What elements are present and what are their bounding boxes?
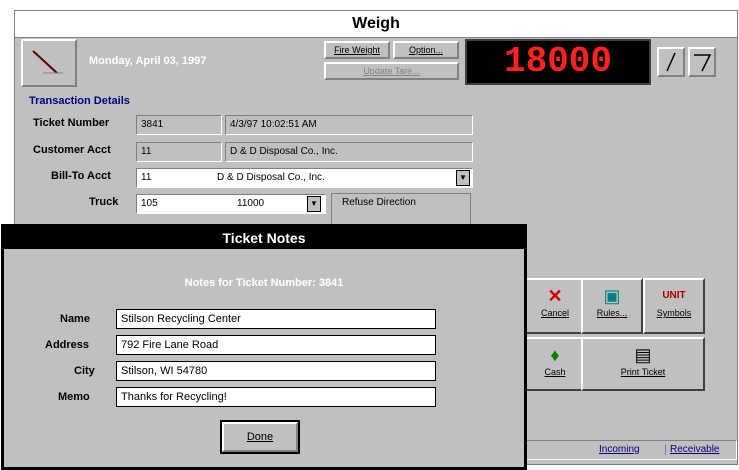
memo-input[interactable]: Thanks for Recycling! [116, 387, 436, 407]
scale-graphic-icon [32, 50, 63, 74]
option-button[interactable]: Option... [393, 41, 459, 59]
update-tare-button[interactable]: Update Tare... [324, 62, 459, 80]
scale-readout: 18000 [465, 39, 651, 85]
done-button[interactable]: Done [220, 420, 300, 454]
bill-to-acct-value: 11 [141, 172, 152, 183]
corner-tool-button[interactable] [688, 47, 716, 77]
fire-weight-button[interactable]: Fire Weight [324, 41, 390, 59]
date-display: Monday, April 03, 1997 [89, 55, 207, 67]
bill-to-acct-label: Bill-To Acct [51, 170, 111, 182]
address-label: Address [45, 339, 90, 351]
scale-value: 18000 [503, 41, 613, 82]
ticket-number-label: Ticket Number [33, 117, 110, 129]
bill-to-dropdown-arrow-icon[interactable]: ▼ [456, 170, 470, 186]
tab-incoming[interactable]: Incoming [599, 444, 640, 455]
slash-tool-button[interactable] [657, 47, 685, 77]
ticket-datetime-field: 4/3/97 10:02:51 AM [225, 115, 473, 135]
truck-tare-value: 11000 [237, 198, 265, 209]
bill-to-acct-dropdown[interactable]: 11 D & D Disposal Co., Inc. [136, 168, 473, 188]
truck-image-button[interactable] [21, 39, 77, 87]
tab-receivable[interactable]: Receivable [665, 444, 719, 455]
cash-button[interactable]: ♦ Cash [525, 337, 585, 391]
cash-icon: ♦ [550, 345, 560, 365]
truck-value: 105 [141, 198, 158, 209]
truck-dropdown[interactable]: 105 11000 [136, 194, 326, 214]
window-title: Weigh [15, 11, 737, 38]
name-label: Name [60, 313, 90, 325]
memo-label: Memo [58, 391, 90, 403]
slash-icon [666, 52, 676, 72]
city-input[interactable]: Stilson, WI 54780 [116, 361, 436, 381]
print-ticket-button[interactable]: ▤ Print Ticket [581, 337, 705, 391]
corner-icon [694, 54, 712, 72]
name-input[interactable]: Stilson Recycling Center [116, 309, 436, 329]
symbols-button[interactable]: UNIT Symbols [643, 278, 705, 334]
printer-icon: ▤ [634, 345, 652, 365]
ticket-number-field: 3841 [136, 115, 222, 135]
dialog-title: Ticket Notes [4, 227, 524, 249]
bill-to-name-value: D & D Disposal Co., Inc. [217, 172, 325, 183]
dialog-subtitle: Notes for Ticket Number: 3841 [184, 277, 344, 289]
refuse-direction-label: Refuse Direction [342, 197, 416, 208]
rules-button[interactable]: ▣ Rules... [581, 278, 643, 334]
customer-acct-field: 11 [136, 142, 222, 162]
address-input[interactable]: 792 Fire Lane Road [116, 335, 436, 355]
truck-dropdown-arrow-icon[interactable]: ▼ [307, 196, 321, 212]
ticket-notes-dialog: Ticket Notes Notes for Ticket Number: 38… [1, 224, 527, 470]
symbols-icon: UNIT [662, 290, 686, 301]
rules-icon: ▣ [603, 286, 621, 306]
customer-name-field: D & D Disposal Co., Inc. [225, 142, 473, 162]
cancel-x-icon: ✕ [547, 286, 563, 306]
transaction-section-title: Transaction Details [29, 95, 130, 107]
done-button-label: Done [246, 431, 274, 443]
cancel-button[interactable]: ✕ Cancel [525, 278, 585, 334]
truck-label: Truck [89, 196, 119, 208]
customer-acct-label: Customer Acct [33, 144, 111, 156]
city-label: City [74, 365, 95, 377]
